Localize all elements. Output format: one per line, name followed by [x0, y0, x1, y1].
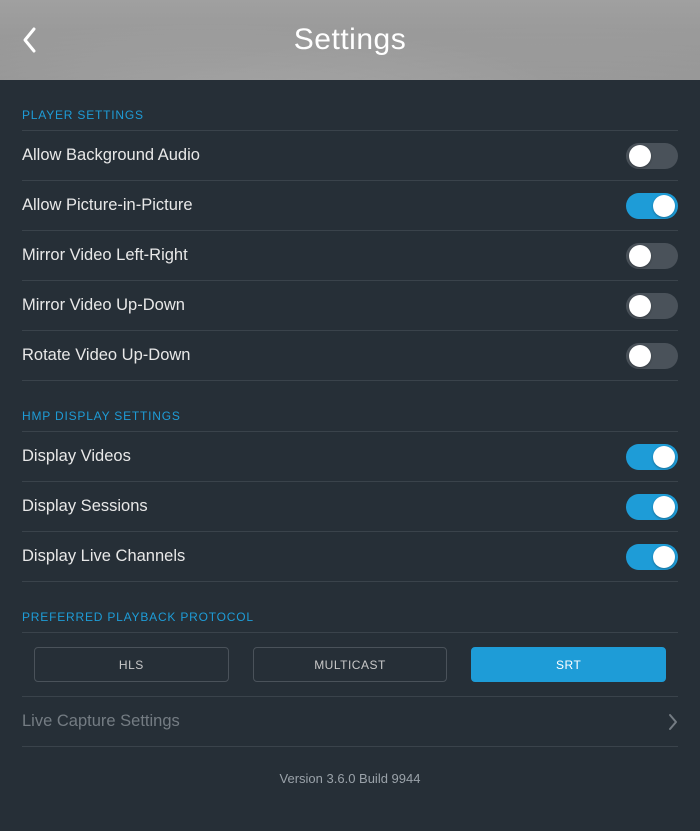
toggle-rotate-up-down[interactable]: [626, 343, 678, 369]
row-display-sessions: Display Sessions: [22, 482, 678, 532]
back-button[interactable]: [14, 20, 44, 60]
protocol-option-hls[interactable]: HLS: [34, 647, 229, 682]
section-header-hmp: HMP DISPLAY SETTINGS: [22, 409, 678, 432]
content: PLAYER SETTINGS Allow Background Audio A…: [0, 80, 700, 786]
row-rotate-up-down: Rotate Video Up-Down: [22, 331, 678, 381]
row-label: Allow Picture-in-Picture: [22, 196, 193, 215]
toggle-allow-picture-in-picture[interactable]: [626, 193, 678, 219]
row-allow-background-audio: Allow Background Audio: [22, 131, 678, 181]
row-label: Mirror Video Left-Right: [22, 246, 188, 265]
toggle-allow-background-audio[interactable]: [626, 143, 678, 169]
section-header-player: PLAYER SETTINGS: [22, 108, 678, 131]
version-text: Version 3.6.0 Build 9944: [22, 747, 678, 786]
chevron-left-icon: [21, 26, 37, 54]
row-display-live-channels: Display Live Channels: [22, 532, 678, 582]
toggle-mirror-up-down[interactable]: [626, 293, 678, 319]
toggle-display-sessions[interactable]: [626, 494, 678, 520]
chevron-right-icon: [668, 713, 678, 731]
row-label: Mirror Video Up-Down: [22, 296, 185, 315]
section-header-protocol: PREFERRED PLAYBACK PROTOCOL: [22, 610, 678, 633]
toggle-display-live-channels[interactable]: [626, 544, 678, 570]
segmented-protocol: HLS MULTICAST SRT: [22, 633, 678, 697]
row-allow-picture-in-picture: Allow Picture-in-Picture: [22, 181, 678, 231]
page-title: Settings: [294, 23, 406, 57]
row-display-videos: Display Videos: [22, 432, 678, 482]
row-mirror-up-down: Mirror Video Up-Down: [22, 281, 678, 331]
row-label: Rotate Video Up-Down: [22, 346, 190, 365]
header-bar: Settings: [0, 0, 700, 80]
nav-row-label: Live Capture Settings: [22, 712, 180, 731]
row-label: Allow Background Audio: [22, 146, 200, 165]
nav-live-capture-settings[interactable]: Live Capture Settings: [22, 697, 678, 747]
toggle-mirror-left-right[interactable]: [626, 243, 678, 269]
row-label: Display Live Channels: [22, 547, 185, 566]
row-label: Display Sessions: [22, 497, 148, 516]
protocol-option-multicast[interactable]: MULTICAST: [253, 647, 448, 682]
toggle-display-videos[interactable]: [626, 444, 678, 470]
row-label: Display Videos: [22, 447, 131, 466]
protocol-option-srt[interactable]: SRT: [471, 647, 666, 682]
row-mirror-left-right: Mirror Video Left-Right: [22, 231, 678, 281]
